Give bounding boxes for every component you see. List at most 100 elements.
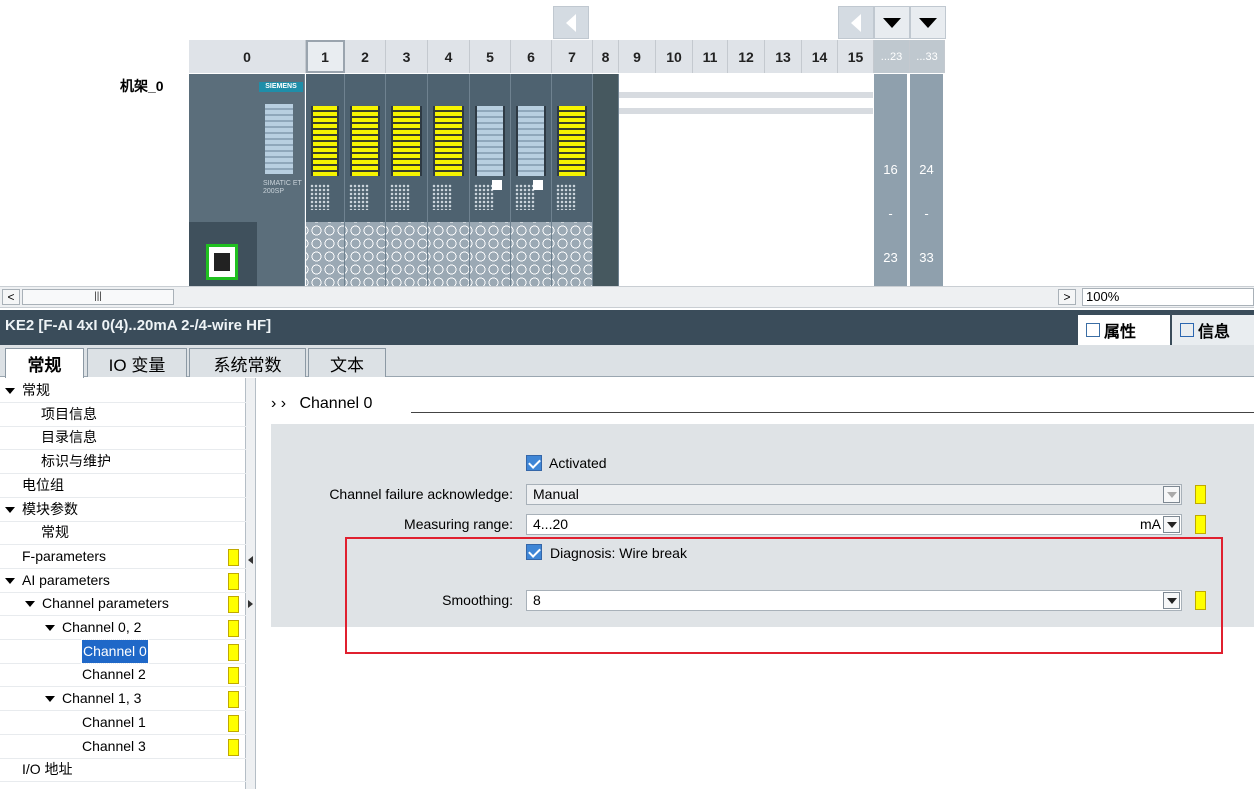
nav-item[interactable]: AI parameters — [0, 569, 246, 593]
zoom-select[interactable]: 100% — [1082, 288, 1254, 306]
chevron-down-icon[interactable] — [1163, 486, 1180, 503]
slot-header-14[interactable]: 14 — [802, 40, 838, 73]
slot-header-ext-33[interactable]: ...33 — [910, 40, 945, 73]
slot-header-11[interactable]: 11 — [693, 40, 728, 73]
ext-range-24-33[interactable]: 24 - 33 — [910, 74, 943, 286]
io-module-4[interactable] — [428, 74, 470, 286]
tab-texts[interactable]: 文本 — [308, 348, 386, 377]
arrow-down-icon — [883, 17, 901, 28]
slot-header-2[interactable]: 2 — [345, 40, 386, 73]
failure-ack-select[interactable]: Manual — [526, 484, 1182, 505]
chevron-down-icon[interactable] — [1163, 592, 1180, 609]
flag-icon — [228, 620, 239, 637]
slot-header-1[interactable]: 1 — [306, 40, 345, 73]
failure-ack-label: Channel failure acknowledge: — [329, 486, 513, 502]
expand-arrow-icon[interactable] — [25, 601, 35, 608]
scroll-left-button[interactable] — [553, 6, 589, 39]
nav-item-label: Channel 2 — [82, 666, 146, 683]
nav-item-label: 常规 — [41, 524, 69, 541]
nav-item[interactable]: I/O 地址 — [0, 758, 246, 783]
io-module-3[interactable] — [386, 74, 428, 286]
expand-arrow-icon[interactable] — [5, 388, 15, 394]
slot-header-13[interactable]: 13 — [765, 40, 802, 73]
server-module[interactable] — [593, 74, 619, 286]
horizontal-scrollbar[interactable]: < ||| > 100% — [0, 286, 1254, 308]
io-module-1[interactable] — [306, 74, 345, 286]
nav-item[interactable]: 常规 — [0, 521, 246, 546]
nav-item-label: I/O 地址 — [22, 761, 73, 778]
expand-arrow-icon[interactable] — [45, 625, 55, 631]
nav-item[interactable]: Channel 0 — [0, 638, 246, 664]
expand-icon[interactable] — [248, 600, 253, 608]
slot-header-9[interactable]: 9 — [619, 40, 656, 73]
slot-header-8[interactable]: 8 — [593, 40, 619, 73]
nav-item[interactable]: Channel 3 — [0, 735, 246, 759]
nav-item[interactable]: 模块参数 — [0, 498, 246, 522]
nav-item[interactable]: Channel 0, 2 — [0, 616, 246, 640]
smoothing-value: 8 — [533, 592, 541, 608]
ext-dash: - — [888, 206, 893, 221]
nav-item[interactable]: Channel 1, 3 — [0, 687, 246, 712]
nav-item[interactable]: Channel 2 — [0, 663, 246, 688]
measuring-range-select[interactable]: 4...20 mA — [526, 514, 1182, 535]
ext-start: 16 — [883, 162, 898, 177]
splitter[interactable] — [246, 378, 256, 789]
nav-item[interactable]: 项目信息 — [0, 403, 246, 427]
chevron-down-icon[interactable] — [1163, 516, 1180, 533]
tab-properties-label: 属性 — [1104, 324, 1137, 341]
slot-header-7[interactable]: 7 — [552, 40, 593, 73]
slot-header-3[interactable]: 3 — [386, 40, 428, 73]
nav-item-label: 模块参数 — [22, 500, 78, 517]
scroll-left-button-2[interactable] — [838, 6, 874, 39]
flag-icon — [228, 643, 239, 661]
slot-header-12[interactable]: 12 — [728, 40, 765, 73]
expand-arrow-icon[interactable] — [45, 696, 55, 703]
tab-properties[interactable]: 属性 — [1078, 315, 1170, 345]
expand-arrow-icon[interactable] — [5, 506, 15, 513]
collapse-icon[interactable] — [248, 556, 253, 564]
io-module-2[interactable] — [345, 74, 386, 286]
nav-item[interactable]: Channel parameters — [0, 592, 246, 617]
tab-general[interactable]: 常规 — [5, 348, 84, 378]
nav-item[interactable]: 常规 — [0, 379, 246, 403]
scroll-right-icon[interactable]: > — [1058, 289, 1076, 305]
interface-module[interactable]: SIEMENS SIMATIC ET 200SP — [189, 74, 305, 286]
expand-down-button-2[interactable] — [910, 6, 946, 39]
info-icon — [1180, 323, 1194, 337]
ext-range-16-23[interactable]: 16 - 23 — [874, 74, 907, 286]
nav-item[interactable]: 目录信息 — [0, 426, 246, 451]
nav-item[interactable]: Channel 1 — [0, 711, 246, 735]
tab-io-tags[interactable]: IO 变量 — [87, 348, 187, 377]
slot-header-10[interactable]: 10 — [656, 40, 693, 73]
diagnosis-wire-break-checkbox[interactable] — [526, 544, 542, 560]
ethernet-port[interactable] — [206, 244, 238, 280]
io-module-5[interactable] — [470, 74, 511, 286]
measuring-range-value: 4...20 — [533, 516, 569, 532]
io-module-6[interactable] — [511, 74, 552, 286]
slot-header-ext-23[interactable]: ...23 — [874, 40, 910, 73]
flag-icon — [1195, 591, 1206, 610]
nav-item[interactable]: F-parameters — [0, 545, 246, 569]
properties-icon — [1086, 323, 1100, 337]
slot-header-4[interactable]: 4 — [428, 40, 470, 73]
expand-arrow-icon[interactable] — [5, 577, 15, 584]
nav-item-label: 常规 — [22, 382, 50, 398]
activated-checkbox[interactable] — [526, 455, 542, 471]
empty-slots — [619, 74, 875, 286]
nav-item[interactable]: 标识与维护 — [0, 450, 246, 475]
slot-header-5[interactable]: 5 — [470, 40, 511, 73]
slot-header-0[interactable]: 0 — [189, 40, 306, 73]
breadcrumb: › › Channel 0 — [271, 395, 372, 413]
tab-system-constants[interactable]: 系统常数 — [189, 348, 306, 377]
expand-down-button[interactable] — [874, 6, 910, 39]
scroll-thumb[interactable]: ||| — [22, 289, 174, 305]
nav-item-label: 项目信息 — [41, 405, 97, 422]
scroll-left-icon[interactable]: < — [2, 289, 20, 305]
slot-header-15[interactable]: 15 — [838, 40, 874, 73]
nav-item[interactable]: 电位组 — [0, 474, 246, 498]
tab-info[interactable]: 信息 — [1172, 315, 1254, 345]
slot-header-6[interactable]: 6 — [511, 40, 552, 73]
nav-item-label: Channel 1, 3 — [62, 690, 142, 707]
io-module-7[interactable] — [552, 74, 593, 286]
smoothing-select[interactable]: 8 — [526, 590, 1182, 611]
